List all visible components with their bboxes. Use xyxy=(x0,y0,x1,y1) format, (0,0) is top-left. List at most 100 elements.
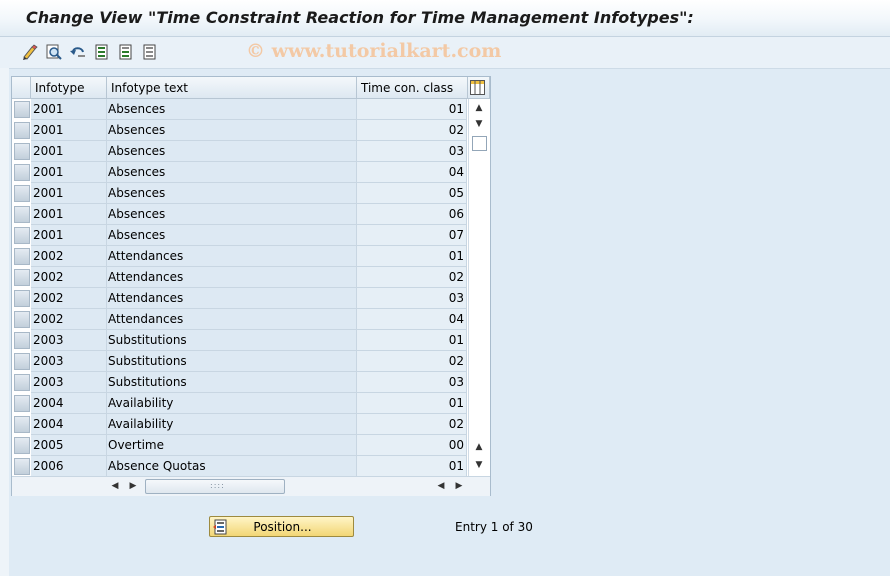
table-row[interactable]: 2003 Substitutions 03 xyxy=(12,372,468,393)
cell-infotype-text[interactable]: Absence Quotas xyxy=(107,456,357,477)
row-selector[interactable] xyxy=(14,143,30,160)
table-row[interactable]: 2001 Absences 05 xyxy=(12,183,468,204)
column-header-infotype[interactable]: Infotype xyxy=(31,77,107,99)
cell-infotype-text[interactable]: Absences xyxy=(107,120,357,141)
find-icon[interactable] xyxy=(45,43,63,61)
cell-time-con-class[interactable]: 02 xyxy=(357,414,467,435)
cell-infotype-text[interactable]: Absences xyxy=(107,225,357,246)
cell-infotype-text[interactable]: Substitutions xyxy=(107,372,357,393)
cell-infotype[interactable]: 2001 xyxy=(31,225,107,246)
row-selector[interactable] xyxy=(14,458,30,475)
row-selector[interactable] xyxy=(14,290,30,307)
row-selector[interactable] xyxy=(14,185,30,202)
select-all-rows-header[interactable] xyxy=(12,77,31,99)
table-row[interactable]: 2002 Attendances 03 xyxy=(12,288,468,309)
table-settings-icon[interactable] xyxy=(470,80,485,95)
table-row[interactable]: 2002 Attendances 04 xyxy=(12,309,468,330)
cell-infotype-text[interactable]: Availability xyxy=(107,393,357,414)
cell-infotype[interactable]: 2004 xyxy=(31,393,107,414)
cell-infotype-text[interactable]: Absences xyxy=(107,183,357,204)
horizontal-scroll-thumb[interactable]: :::: xyxy=(145,479,285,494)
scroll-down-icon[interactable]: ▼ xyxy=(472,117,486,131)
cell-infotype[interactable]: 2003 xyxy=(31,351,107,372)
cell-time-con-class[interactable]: 05 xyxy=(357,183,467,204)
cell-infotype-text[interactable]: Absences xyxy=(107,162,357,183)
scroll-left-end-icon[interactable]: ◀ xyxy=(435,480,447,492)
table-row[interactable]: 2003 Substitutions 02 xyxy=(12,351,468,372)
cell-infotype-text[interactable]: Overtime xyxy=(107,435,357,456)
table-settings-header[interactable] xyxy=(468,77,490,99)
cell-time-con-class[interactable]: 02 xyxy=(357,351,467,372)
deselect-all-icon[interactable] xyxy=(141,43,159,61)
cell-infotype[interactable]: 2001 xyxy=(31,99,107,120)
cell-time-con-class[interactable]: 03 xyxy=(357,372,467,393)
row-selector[interactable] xyxy=(14,122,30,139)
cell-time-con-class[interactable]: 06 xyxy=(357,204,467,225)
cell-infotype[interactable]: 2003 xyxy=(31,330,107,351)
cell-infotype-text[interactable]: Absences xyxy=(107,99,357,120)
row-selector[interactable] xyxy=(14,437,30,454)
row-selector[interactable] xyxy=(14,227,30,244)
undo-icon[interactable] xyxy=(69,43,87,61)
cell-infotype[interactable]: 2002 xyxy=(31,246,107,267)
table-row[interactable]: 2004 Availability 02 xyxy=(12,414,468,435)
cell-infotype-text[interactable]: Substitutions xyxy=(107,351,357,372)
cell-infotype-text[interactable]: Attendances xyxy=(107,267,357,288)
column-header-infotype-text[interactable]: Infotype text xyxy=(107,77,357,99)
cell-time-con-class[interactable]: 07 xyxy=(357,225,467,246)
position-button[interactable]: Position... xyxy=(209,516,354,537)
row-selector[interactable] xyxy=(14,164,30,181)
select-all-icon[interactable] xyxy=(93,43,111,61)
cell-time-con-class[interactable]: 01 xyxy=(357,393,467,414)
cell-infotype[interactable]: 2002 xyxy=(31,309,107,330)
cell-time-con-class[interactable]: 01 xyxy=(357,99,467,120)
table-row[interactable]: 2001 Absences 04 xyxy=(12,162,468,183)
vertical-scrollbar[interactable]: ▲ ▼ ▲ ▼ xyxy=(468,99,490,476)
table-row[interactable]: 2005 Overtime 00 xyxy=(12,435,468,456)
row-selector[interactable] xyxy=(14,416,30,433)
row-selector[interactable] xyxy=(14,332,30,349)
cell-infotype-text[interactable]: Substitutions xyxy=(107,330,357,351)
scroll-page-down-icon[interactable]: ▼ xyxy=(472,458,486,472)
table-row[interactable]: 2001 Absences 07 xyxy=(12,225,468,246)
cell-time-con-class[interactable]: 02 xyxy=(357,120,467,141)
cell-infotype[interactable]: 2001 xyxy=(31,120,107,141)
cell-infotype-text[interactable]: Attendances xyxy=(107,246,357,267)
cell-infotype-text[interactable]: Attendances xyxy=(107,288,357,309)
scroll-left-icon[interactable]: ◀ xyxy=(109,480,121,492)
table-row[interactable]: 2002 Attendances 01 xyxy=(12,246,468,267)
scroll-right-icon[interactable]: ▶ xyxy=(127,480,139,492)
cell-infotype[interactable]: 2001 xyxy=(31,183,107,204)
cell-infotype[interactable]: 2002 xyxy=(31,267,107,288)
row-selector[interactable] xyxy=(14,269,30,286)
row-selector[interactable] xyxy=(14,206,30,223)
table-row[interactable]: 2002 Attendances 02 xyxy=(12,267,468,288)
edit-pencil-icon[interactable] xyxy=(21,43,39,61)
cell-infotype[interactable]: 2002 xyxy=(31,288,107,309)
cell-infotype-text[interactable]: Availability xyxy=(107,414,357,435)
cell-time-con-class[interactable]: 02 xyxy=(357,267,467,288)
cell-infotype[interactable]: 2003 xyxy=(31,372,107,393)
cell-infotype[interactable]: 2005 xyxy=(31,435,107,456)
table-row[interactable]: 2001 Absences 02 xyxy=(12,120,468,141)
row-selector[interactable] xyxy=(14,248,30,265)
column-header-time-con-class[interactable]: Time con. class xyxy=(357,77,468,99)
select-block-icon[interactable] xyxy=(117,43,135,61)
table-row[interactable]: 2001 Absences 01 xyxy=(12,99,468,120)
scroll-page-up-icon[interactable]: ▲ xyxy=(472,440,486,454)
table-row[interactable]: 2004 Availability 01 xyxy=(12,393,468,414)
cell-time-con-class[interactable]: 01 xyxy=(357,246,467,267)
cell-infotype[interactable]: 2004 xyxy=(31,414,107,435)
cell-time-con-class[interactable]: 04 xyxy=(357,309,467,330)
scroll-thumb[interactable] xyxy=(472,136,487,151)
row-selector[interactable] xyxy=(14,353,30,370)
cell-time-con-class[interactable]: 00 xyxy=(357,435,467,456)
table-row[interactable]: 2006 Absence Quotas 01 xyxy=(12,456,468,477)
table-row[interactable]: 2001 Absences 03 xyxy=(12,141,468,162)
horizontal-scrollbar[interactable]: ◀ ▶ :::: ◀ ▶ xyxy=(12,476,490,496)
row-selector[interactable] xyxy=(14,311,30,328)
cell-infotype[interactable]: 2006 xyxy=(31,456,107,477)
cell-time-con-class[interactable]: 04 xyxy=(357,162,467,183)
table-row[interactable]: 2003 Substitutions 01 xyxy=(12,330,468,351)
row-selector[interactable] xyxy=(14,101,30,118)
